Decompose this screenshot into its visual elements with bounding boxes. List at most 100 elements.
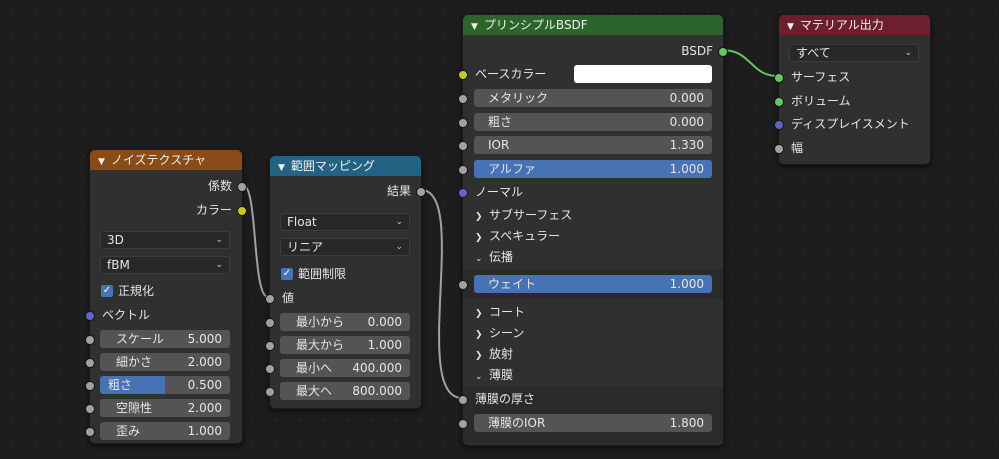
- socket-distortion[interactable]: [85, 427, 95, 437]
- socket-detail[interactable]: [85, 358, 95, 368]
- output-label: カラー: [195, 203, 232, 217]
- clamp-toggle[interactable]: ✓ 範囲制限: [270, 264, 421, 284]
- detail-field[interactable]: 細かさ 2.000: [100, 353, 230, 371]
- distortion-field[interactable]: 歪み 1.000: [100, 422, 230, 440]
- socket-thickness[interactable]: [774, 144, 784, 154]
- thin-film-ior-field[interactable]: 薄膜のIOR 1.800: [474, 414, 712, 432]
- to-min-field[interactable]: 最小へ 400.000: [280, 359, 410, 377]
- input-detail: 細かさ 2.000: [85, 352, 242, 372]
- noise-type-dropdown[interactable]: fBM ⌄: [100, 256, 230, 274]
- data-type-dropdown[interactable]: Float ⌄: [280, 213, 410, 231]
- interpolation-dropdown[interactable]: リニア ⌄: [280, 238, 410, 256]
- chevron-down-icon: ⌄: [215, 235, 223, 245]
- panel-subsurface[interactable]: ❯ サブサーフェス: [463, 205, 723, 225]
- socket-result[interactable]: [416, 187, 426, 197]
- socket-transmission-weight[interactable]: [458, 280, 468, 290]
- chevron-down-icon[interactable]: ▼: [787, 17, 794, 37]
- check-icon[interactable]: ✓: [101, 285, 113, 297]
- material-output-node[interactable]: ▼ マテリアル出力 すべて ⌄ サーフェス ボリューム ディスプレイスメント 幅: [774, 14, 931, 165]
- link-bsdf-to-surface: [721, 49, 779, 77]
- dropdown-value: fBM: [107, 258, 130, 272]
- roughness-field[interactable]: 粗さ 0.000: [474, 113, 712, 131]
- chevron-right-icon[interactable]: ❯: [475, 228, 483, 248]
- socket-from-min[interactable]: [265, 318, 275, 328]
- lacunarity-field[interactable]: 空隙性 2.000: [100, 399, 230, 417]
- node-title: 範囲マッピング: [290, 159, 375, 173]
- socket-thin-film-thickness[interactable]: [458, 395, 468, 405]
- socket-ior[interactable]: [458, 141, 468, 151]
- input-label: ベースカラー: [475, 67, 547, 81]
- base-color-swatch[interactable]: [574, 65, 712, 83]
- socket-to-max[interactable]: [265, 387, 275, 397]
- panel-specular[interactable]: ❯ スペキュラー: [463, 226, 723, 246]
- socket-alpha[interactable]: [458, 165, 468, 175]
- socket-vector[interactable]: [85, 311, 95, 321]
- socket-volume[interactable]: [774, 97, 784, 107]
- input-volume: ボリューム: [774, 91, 930, 111]
- socket-lacunarity[interactable]: [85, 404, 95, 414]
- socket-normal[interactable]: [458, 188, 468, 198]
- ior-field[interactable]: IOR 1.330: [474, 136, 712, 154]
- map-range-node[interactable]: ▼ 範囲マッピング 結果 Float ⌄ リニア ⌄ ✓ 範囲制限 値 最小から 0.0…: [265, 155, 426, 409]
- chevron-down-icon[interactable]: ▼: [98, 152, 105, 172]
- chevron-down-icon[interactable]: ⌄: [475, 367, 483, 387]
- field-label: 粗さ: [488, 115, 513, 129]
- normalize-toggle[interactable]: ✓ 正規化: [90, 281, 242, 301]
- chevron-down-icon: ⌄: [395, 242, 403, 252]
- metallic-field[interactable]: メタリック 0.000: [474, 89, 712, 107]
- principled-bsdf-header[interactable]: ▼ プリンシプルBSDF: [463, 15, 723, 35]
- panel-emission[interactable]: ❯ 放射: [463, 344, 723, 364]
- principled-bsdf-node[interactable]: ▼ プリンシプルBSDF BSDF ベースカラー メタリック 0.000 粗さ 0.0…: [458, 14, 728, 446]
- socket-color[interactable]: [237, 206, 247, 216]
- socket-roughness[interactable]: [458, 118, 468, 128]
- socket-displacement[interactable]: [774, 120, 784, 130]
- panel-thin-film[interactable]: ⌄ 薄膜: [463, 365, 723, 385]
- alpha-field[interactable]: アルファ 1.000: [474, 160, 712, 178]
- chevron-down-icon[interactable]: ▼: [471, 17, 478, 37]
- panel-coat[interactable]: ❯ コート: [463, 302, 723, 322]
- chevron-down-icon[interactable]: ⌄: [475, 249, 483, 269]
- check-icon[interactable]: ✓: [281, 268, 293, 280]
- dimension-dropdown[interactable]: 3D ⌄: [100, 231, 230, 249]
- socket-fac[interactable]: [237, 182, 247, 192]
- material-output-header[interactable]: ▼ マテリアル出力: [779, 15, 930, 35]
- panel-label: 伝播: [489, 250, 514, 264]
- chevron-down-icon[interactable]: ▼: [278, 158, 285, 178]
- chevron-right-icon[interactable]: ❯: [475, 304, 483, 324]
- noise-texture-node[interactable]: ▼ ノイズテクスチャ 係数 カラー 3D ⌄ fBM ⌄ ✓ 正規化 ベクトル スケー…: [85, 149, 247, 444]
- transmission-weight-field[interactable]: ウェイト 1.000: [474, 275, 712, 293]
- noise-texture-header[interactable]: ▼ ノイズテクスチャ: [90, 150, 242, 170]
- chevron-right-icon[interactable]: ❯: [475, 325, 483, 345]
- field-label: 細かさ: [116, 355, 153, 369]
- field-label: メタリック: [488, 91, 549, 105]
- chevron-right-icon[interactable]: ❯: [475, 346, 483, 366]
- input-metallic: メタリック 0.000: [458, 88, 723, 108]
- socket-base-color[interactable]: [458, 70, 468, 80]
- to-max-field[interactable]: 最大へ 800.000: [280, 382, 410, 400]
- from-max-field[interactable]: 最大から 1.000: [280, 336, 410, 354]
- chevron-right-icon[interactable]: ❯: [475, 207, 483, 227]
- socket-thin-film-ior[interactable]: [458, 419, 468, 429]
- input-transmission-weight: ウェイト 1.000: [458, 274, 723, 294]
- scale-field[interactable]: スケール 5.000: [100, 330, 230, 348]
- socket-to-min[interactable]: [265, 364, 275, 374]
- map-range-header[interactable]: ▼ 範囲マッピング: [270, 156, 421, 176]
- input-label: ディスプレイスメント: [791, 117, 910, 131]
- panel-sheen[interactable]: ❯ シーン: [463, 323, 723, 343]
- field-label: 最大へ: [296, 384, 333, 398]
- node-title: マテリアル出力: [799, 18, 884, 32]
- socket-bsdf[interactable]: [718, 47, 728, 57]
- socket-value[interactable]: [265, 294, 275, 304]
- field-value: 1.330: [669, 138, 704, 152]
- socket-surface[interactable]: [774, 73, 784, 83]
- roughness-field[interactable]: 粗さ 0.500: [100, 376, 230, 394]
- panel-label: スペキュラー: [489, 229, 561, 243]
- socket-metallic[interactable]: [458, 94, 468, 104]
- panel-transmission[interactable]: ⌄ 伝播: [463, 247, 723, 267]
- socket-from-max[interactable]: [265, 341, 275, 351]
- socket-scale[interactable]: [85, 335, 95, 345]
- socket-roughness[interactable]: [85, 381, 95, 391]
- target-dropdown[interactable]: すべて ⌄: [789, 44, 919, 62]
- input-vector: ベクトル: [85, 305, 242, 325]
- from-min-field[interactable]: 最小から 0.000: [280, 313, 410, 331]
